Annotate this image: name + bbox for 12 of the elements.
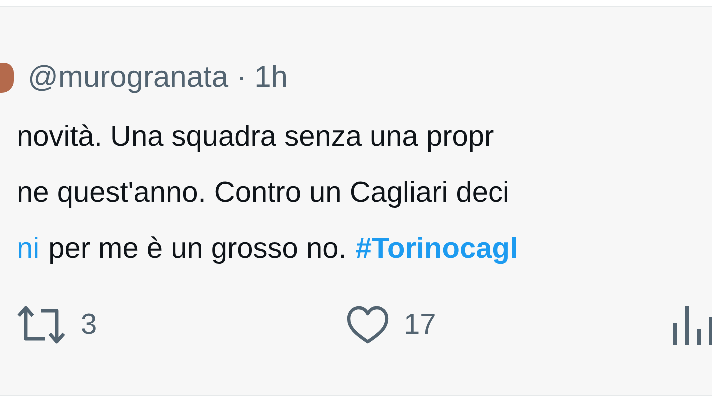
timestamp[interactable]: 1h [254, 61, 288, 95]
retweet-icon[interactable] [17, 306, 67, 344]
tweet-text: ne quest'anno. Contro un Cagliari deci [17, 176, 510, 211]
tweet-text: novità. Una squadra senza una propr [17, 120, 494, 155]
tweet-text: per me è un grosso no. [48, 232, 347, 267]
user-handle[interactable]: @murogranata [28, 61, 229, 95]
heart-icon[interactable] [346, 306, 390, 344]
separator-dot: · [236, 61, 247, 95]
avatar-photo [0, 63, 14, 93]
like-count: 17 [404, 308, 436, 342]
retweet-count: 3 [81, 308, 98, 342]
views-icon[interactable] [672, 305, 712, 345]
